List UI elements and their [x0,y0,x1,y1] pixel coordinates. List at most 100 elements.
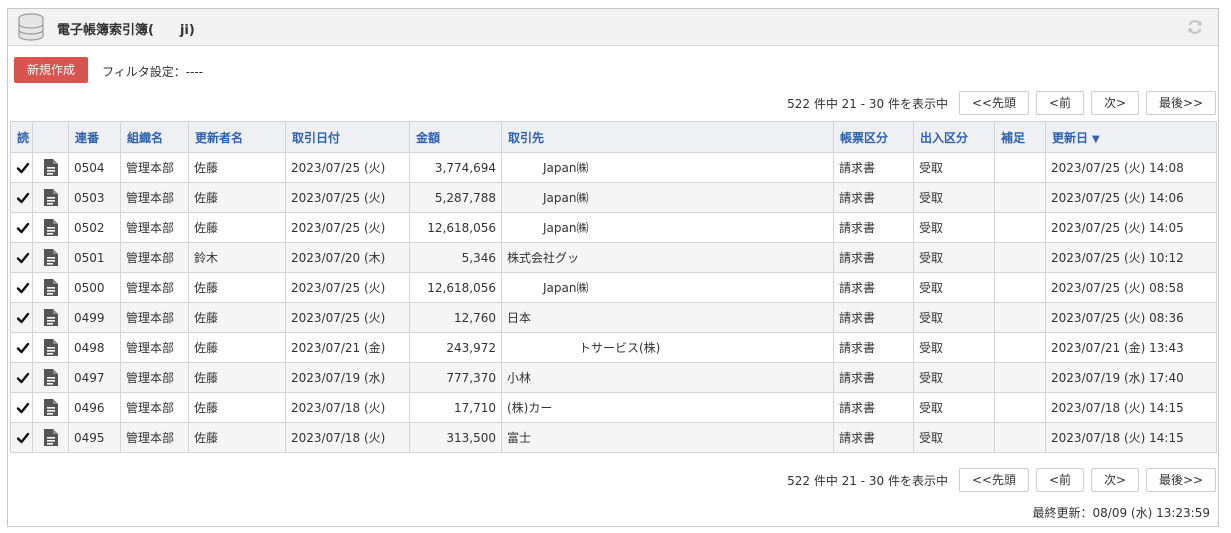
cell-amount: 5,287,788 [409,182,502,213]
cell-amount: 17,710 [409,392,502,423]
read-check-icon[interactable] [10,362,33,393]
table-row[interactable]: 0500 管理本部 佐藤 2023/07/25 (火) 12,618,056 Japan㈱… [10,272,1217,303]
col-user[interactable]: 更新者名 [188,121,286,153]
table-row[interactable]: 0496 管理本部 佐藤 2023/07/18 (火) 17,710 (株)カー 請求書 受取… [10,392,1217,423]
last-updated-label: 最終更新：08/09 (水) 13:23:59 [1032,506,1210,520]
document-icon[interactable] [32,242,69,273]
table-row[interactable]: 0502 管理本部 佐藤 2023/07/25 (火) 12,618,056 Japan㈱… [10,212,1217,243]
cell-serial: 0502 [68,212,121,243]
cell-updated: 2023/07/19 (水) 17:40 [1045,362,1217,393]
document-icon[interactable] [32,392,69,423]
cell-serial: 0504 [68,152,121,183]
read-check-icon[interactable] [10,212,33,243]
first-page-button[interactable]: <<先頭 [959,91,1029,115]
cell-trade-date: 2023/07/20 (木) [285,242,410,273]
read-check-icon[interactable] [10,392,33,423]
col-io-type[interactable]: 出入区分 [913,121,995,153]
prev-page-button[interactable]: <前 [1036,91,1084,115]
document-icon[interactable] [32,302,69,333]
next-page-button[interactable]: 次> [1091,91,1139,115]
cell-serial: 0503 [68,182,121,213]
cell-partner: 株式会社グッ [501,242,834,273]
cell-serial: 0499 [68,302,121,333]
cell-serial: 0501 [68,242,121,273]
cell-updated: 2023/07/21 (金) 13:43 [1045,332,1217,363]
cell-amount: 12,618,056 [409,212,502,243]
cell-note [994,362,1046,393]
cell-doc-type: 請求書 [833,212,914,243]
col-note[interactable]: 補足 [994,121,1046,153]
cell-note [994,272,1046,303]
read-check-icon[interactable] [10,152,33,183]
cell-doc-type: 請求書 [833,182,914,213]
cell-user: 佐藤 [188,422,286,453]
cell-amount: 3,774,694 [409,152,502,183]
ledger-table: 読 連番 組織名 更新者名 取引日付 金額 取引先 帳票区分 出入区分 補足 更… [10,121,1217,453]
read-check-icon[interactable] [10,422,33,453]
first-page-button[interactable]: <<先頭 [959,468,1029,492]
read-check-icon[interactable] [10,242,33,273]
col-trade-date[interactable]: 取引日付 [285,121,410,153]
cell-updated: 2023/07/25 (火) 08:36 [1045,302,1217,333]
cell-io-type: 受取 [913,212,995,243]
cell-doc-type: 請求書 [833,392,914,423]
page-title: 電子帳簿索引簿( ji) [57,23,195,38]
cell-io-type: 受取 [913,152,995,183]
document-icon[interactable] [32,422,69,453]
pager-bottom: 522 件中 21 - 30 件を表示中 <<先頭 <前 次> 最後>> [787,467,1216,493]
table-row[interactable]: 0497 管理本部 佐藤 2023/07/19 (水) 777,370 小林 請求書 受取 20… [10,362,1217,393]
new-entry-button[interactable]: 新規作成 [14,57,88,83]
col-doc [32,121,69,153]
document-icon[interactable] [32,362,69,393]
filter-setting-label: フィルタ設定：---- [102,65,204,79]
read-check-icon[interactable] [10,272,33,303]
prev-page-button[interactable]: <前 [1036,468,1084,492]
last-page-button[interactable]: 最後>> [1146,91,1216,115]
cell-partner: 小林 [501,362,834,393]
table-row[interactable]: 0499 管理本部 佐藤 2023/07/25 (火) 12,760 日本 請求書 受取 202… [10,302,1217,333]
col-serial[interactable]: 連番 [68,121,121,153]
table-row[interactable]: 0503 管理本部 佐藤 2023/07/25 (火) 5,287,788 Japan㈱請… [10,182,1217,213]
document-icon[interactable] [32,212,69,243]
cell-updated: 2023/07/25 (火) 14:06 [1045,182,1217,213]
col-amount[interactable]: 金額 [409,121,502,153]
table-row[interactable]: 0504 管理本部 佐藤 2023/07/25 (火) 3,774,694 Japan㈱請… [10,152,1217,183]
cell-updated: 2023/07/18 (火) 14:15 [1045,422,1217,453]
refresh-icon[interactable] [1186,18,1204,39]
cell-doc-type: 請求書 [833,332,914,363]
col-org[interactable]: 組織名 [120,121,189,153]
col-doc-type[interactable]: 帳票区分 [833,121,914,153]
cell-serial: 0497 [68,362,121,393]
document-icon[interactable] [32,332,69,363]
cell-org: 管理本部 [120,242,189,273]
read-check-icon[interactable] [10,332,33,363]
document-icon[interactable] [32,152,69,183]
table-row[interactable]: 0501 管理本部 鈴木 2023/07/20 (木) 5,346 株式会社グッ 請求書 受取… [10,242,1217,273]
cell-trade-date: 2023/07/25 (火) [285,272,410,303]
last-page-button[interactable]: 最後>> [1146,468,1216,492]
sort-desc-icon: ▼ [1092,133,1100,145]
col-updated[interactable]: 更新日 ▼ [1045,121,1217,153]
cell-partner: Japan㈱ [501,272,834,303]
cell-io-type: 受取 [913,392,995,423]
cell-user: 佐藤 [188,152,286,183]
document-icon[interactable] [32,272,69,303]
read-check-icon[interactable] [10,302,33,333]
col-partner[interactable]: 取引先 [501,121,834,153]
col-read[interactable]: 読 [10,121,33,153]
table-header-row: 読 連番 組織名 更新者名 取引日付 金額 取引先 帳票区分 出入区分 補足 更… [10,121,1217,153]
document-icon[interactable] [32,182,69,213]
next-page-button[interactable]: 次> [1091,468,1139,492]
cell-amount: 5,346 [409,242,502,273]
cell-user: 佐藤 [188,212,286,243]
cell-amount: 12,618,056 [409,272,502,303]
cell-note [994,212,1046,243]
cell-amount: 12,760 [409,302,502,333]
read-check-icon[interactable] [10,182,33,213]
table-row[interactable]: 0498 管理本部 佐藤 2023/07/21 (金) 243,972 トサービス(株) 請… [10,332,1217,363]
cell-partner: (株)カー [501,392,834,423]
cell-trade-date: 2023/07/25 (火) [285,182,410,213]
cell-user: 佐藤 [188,362,286,393]
cell-trade-date: 2023/07/18 (火) [285,392,410,423]
table-row[interactable]: 0495 管理本部 佐藤 2023/07/18 (火) 313,500 富士 請求書 受取 20… [10,422,1217,453]
